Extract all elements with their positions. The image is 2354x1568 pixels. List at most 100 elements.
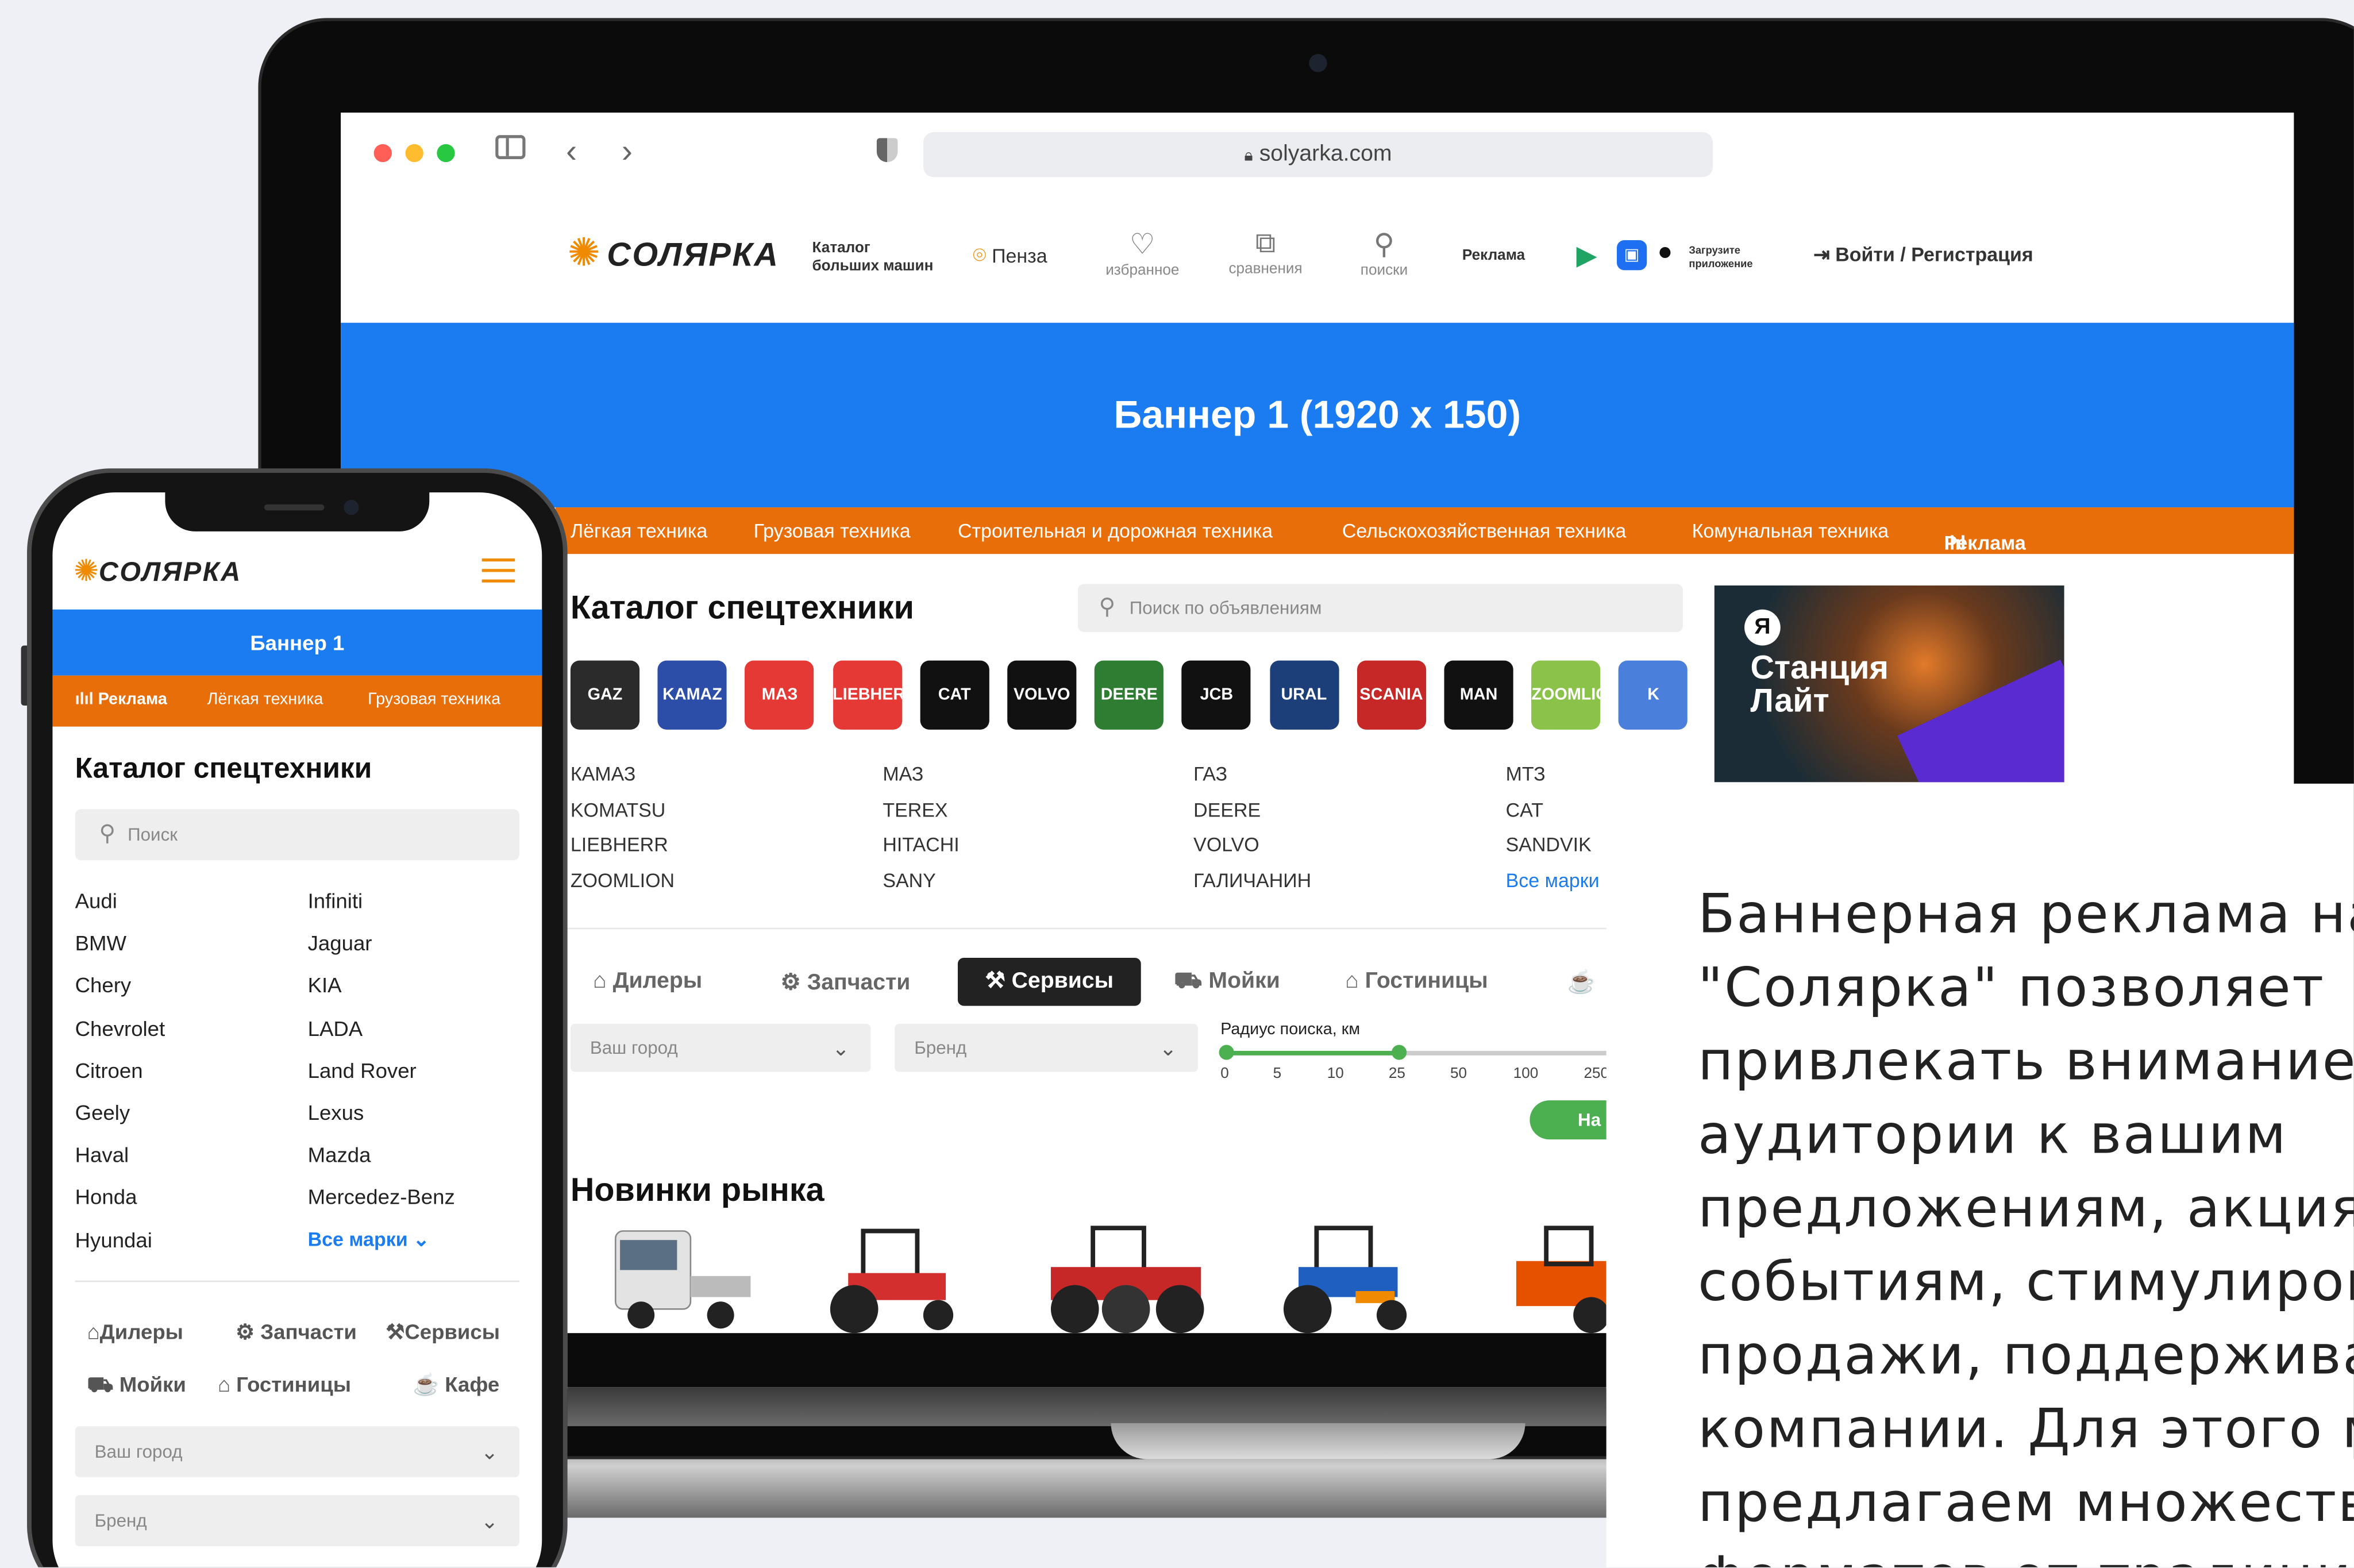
brand-logo-tile[interactable]: SCANIA [1357,660,1426,730]
radius-slider-min-handle[interactable] [1219,1045,1234,1060]
mobile-tab-dealers[interactable]: ⌂Дилеры [87,1320,183,1344]
zoom-window-button[interactable] [437,144,455,163]
brand-logo-tile[interactable]: МАЗ [745,660,815,730]
mobile-brand-link[interactable]: Jaguar [308,931,372,955]
brand-logo-tile[interactable]: MAN [1444,660,1513,730]
brand-link[interactable]: SANDVIK [1506,834,1592,856]
mobile-brand-link[interactable]: Hyundai [75,1227,152,1251]
brand-link[interactable]: ГАЛИЧАНИН [1193,869,1311,891]
brand-logo-tile[interactable]: LIEBHERR [833,660,902,730]
brand-logo-tile[interactable]: URAL [1269,660,1339,730]
brand-link[interactable]: ГАЗ [1193,762,1227,785]
mobile-brand-link[interactable]: Mercedez-Benz [308,1185,455,1209]
brand-link[interactable]: SANY [883,869,936,891]
apple-icon[interactable]: ● [1658,237,1673,267]
mobile-brand-link[interactable]: Mazda [308,1143,371,1167]
yandex-station-ad[interactable]: Я Станция Лайт [1714,585,2064,783]
tractor-blue-image[interactable] [1269,1216,1419,1336]
mobile-logo[interactable]: ✺СОЛЯРКА [74,553,242,590]
mobile-all-brands-link[interactable]: Все марки ⌄ [308,1228,430,1252]
brand-link[interactable]: МТЗ [1506,762,1546,785]
mobile-brand-link[interactable]: Geely [75,1100,130,1124]
brand-logo-tile[interactable]: GAZ [570,660,640,730]
category-agricultural[interactable]: Сельскохозяйственная техника [1342,519,1626,542]
mobile-brand-link[interactable]: Audi [75,889,117,913]
ads-link[interactable]: Реклама [1462,248,1525,264]
brand-link[interactable]: TEREX [883,798,947,820]
site-logo[interactable]: ✺ СОЛЯРКА [568,230,780,276]
forward-icon[interactable]: › [622,132,633,171]
tractor-red-image[interactable] [818,1216,968,1336]
privacy-shield-icon[interactable] [876,138,898,163]
mobile-brand-link[interactable]: BMW [75,931,126,955]
city-select[interactable]: Ваш город ⌄ [570,1023,871,1072]
mobile-tab-hotels[interactable]: ⌂ Гостиницы [218,1372,351,1396]
mobile-brand-link[interactable]: Infiniti [308,889,363,913]
brand-link[interactable]: КАМАЗ [571,762,636,785]
address-bar[interactable]: 🔒︎ solyarka.com [923,132,1713,178]
mobile-brand-link[interactable]: KIA [308,973,342,997]
mobile-brand-link[interactable]: Lexus [308,1100,364,1124]
truck-image[interactable] [608,1216,758,1336]
google-play-icon[interactable]: ▶ [1576,240,1597,272]
top-banner[interactable]: Баннер 1 (1920 х 150) [341,322,2294,508]
mobile-tab-services[interactable]: ⚒Сервисы [386,1320,499,1345]
tab-cafe-icon[interactable]: ☕ [1567,968,1596,995]
mobile-city-select[interactable]: Ваш город ⌄ [75,1426,520,1477]
category-construction[interactable]: Строительная и дорожная техника [958,519,1273,542]
mobile-category-light[interactable]: Лёгкая техника [207,691,323,708]
mobile-brand-select[interactable]: Бренд ⌄ [75,1495,520,1547]
brand-link[interactable]: CAT [1506,798,1543,820]
appgallery-icon[interactable]: ▣ [1616,240,1647,271]
tab-dealers[interactable]: ⌂ Дилеры [593,968,702,993]
brand-select[interactable]: Бренд ⌄ [895,1023,1199,1072]
brand-link[interactable]: ZOOMLION [571,869,675,891]
compare-link[interactable]: ⧉ сравнения [1213,228,1318,278]
brand-link[interactable]: KOMATSU [571,798,665,820]
mobile-search-input[interactable]: ⚲ Поиск [75,809,520,861]
brand-logo-tile[interactable]: KAMAZ [657,660,727,730]
brand-link[interactable]: DEERE [1193,798,1261,820]
brand-link[interactable]: HITACHI [883,834,959,856]
mobile-tab-parts[interactable]: ⚙ Запчасти [236,1320,357,1345]
back-icon[interactable]: ‹ [566,132,577,171]
mobile-brand-link[interactable]: Land Rover [308,1058,417,1082]
mobile-category-trucks[interactable]: Грузовая техника [368,691,500,708]
mobile-brand-link[interactable]: Chery [75,973,132,997]
brand-link[interactable]: LIEBHERR [571,834,668,856]
brand-logo-tile[interactable]: VOLVO [1007,660,1077,730]
brand-logo-tile[interactable]: CAT [920,660,989,730]
hamburger-menu-icon[interactable] [481,558,515,583]
mobile-tab-cafe[interactable]: ☕ Кафе [413,1372,500,1397]
tab-hotels[interactable]: ⌂ Гостиницы [1345,968,1488,993]
brand-link[interactable]: VOLVO [1193,834,1259,856]
brand-logo-tile[interactable]: JCB [1182,660,1251,730]
tractor-orange-image[interactable] [1501,1216,1606,1336]
radius-slider-max-handle[interactable] [1392,1045,1407,1060]
login-link[interactable]: ⇥ Войти / Регистрация [1813,243,2033,267]
tab-washes[interactable]: ⛟ Мойки [1174,968,1280,997]
category-trucks[interactable]: Грузовая техника [754,519,911,542]
category-municipal[interactable]: Комунальная техника [1692,519,1889,542]
brand-logo-tile[interactable]: DEERE [1095,660,1164,730]
category-light[interactable]: Лёгкая техника [571,519,707,542]
brand-logo-tile[interactable]: K [1619,660,1688,730]
mobile-brand-link[interactable]: Haval [75,1143,129,1167]
all-brands-link[interactable]: Все марки [1506,869,1600,891]
mobile-brand-link[interactable]: Citroen [75,1058,143,1082]
mobile-brand-link[interactable]: LADA [308,1016,363,1040]
catalog-search-input[interactable]: ⚲ Поиск по объявлениям [1077,584,1683,632]
brand-logo-tile[interactable]: ZOOMLION [1531,660,1601,730]
mobile-banner[interactable]: Баннер 1 [52,609,542,676]
favorites-link[interactable]: ♡ избранное [1090,228,1195,279]
mobile-category-ads[interactable]: ılıl Реклама [75,691,167,708]
mobile-brand-link[interactable]: Honda [75,1185,137,1209]
tractor-4wd-image[interactable] [1036,1216,1216,1336]
tab-parts[interactable]: ⚙ Запчасти [781,968,911,995]
city-selector[interactable]: ⌾ Пенза [973,243,1047,268]
mobile-brand-link[interactable]: Chevrolet [75,1016,165,1040]
brand-link[interactable]: МАЗ [883,762,923,785]
close-window-button[interactable] [373,144,392,163]
tab-services[interactable]: ⚒ Сервисы [957,957,1141,1006]
searches-link[interactable]: ⚲ поиски [1332,228,1437,279]
